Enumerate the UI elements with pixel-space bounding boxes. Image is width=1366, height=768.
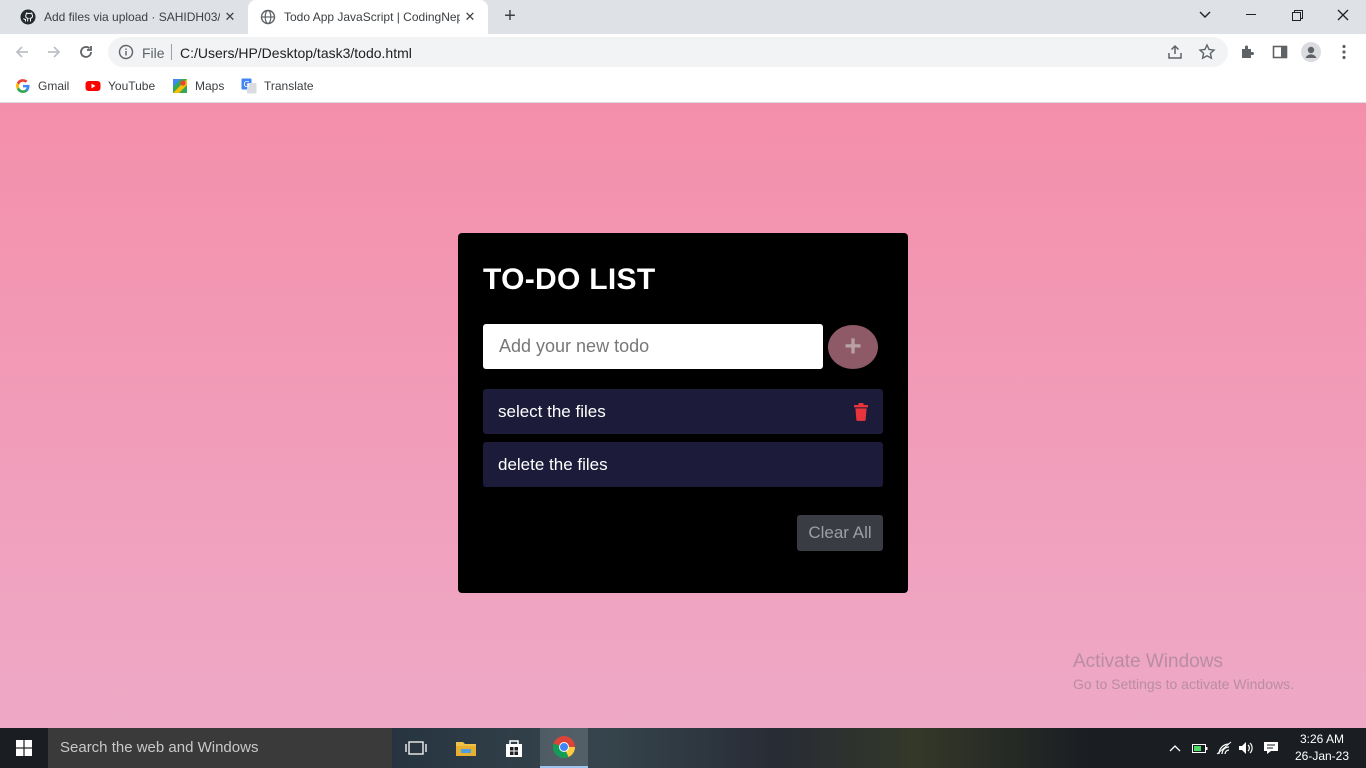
arrow-right-icon bbox=[48, 46, 61, 58]
tab-todo-app[interactable]: Todo App JavaScript | CodingNep ✕ bbox=[248, 0, 488, 34]
chevron-up-icon bbox=[1169, 745, 1181, 752]
clock-date: 26-Jan-23 bbox=[1294, 749, 1350, 763]
add-todo-button[interactable]: + bbox=[828, 325, 878, 369]
url-text[interactable]: C:/Users/HP/Desktop/task3/todo.html bbox=[180, 45, 412, 61]
todo-item[interactable]: delete the files bbox=[483, 442, 883, 487]
battery-icon bbox=[1192, 744, 1208, 753]
bookmark-maps[interactable]: Maps bbox=[172, 76, 224, 96]
folder-icon bbox=[456, 742, 476, 756]
watermark-title: Activate Windows bbox=[1073, 651, 1223, 672]
chrome-icon bbox=[552, 736, 575, 758]
minimize-button[interactable] bbox=[1228, 0, 1274, 30]
tab-close-icon[interactable]: ✕ bbox=[220, 9, 240, 25]
close-window-button[interactable] bbox=[1320, 0, 1366, 30]
todo-input[interactable] bbox=[483, 324, 823, 369]
reload-button[interactable] bbox=[74, 40, 98, 64]
extensions-button[interactable] bbox=[1238, 42, 1258, 62]
maps-icon bbox=[173, 79, 187, 93]
clear-all-button[interactable]: Clear All bbox=[797, 515, 883, 551]
reload-icon bbox=[80, 46, 92, 58]
scheme-label: File bbox=[142, 45, 165, 61]
system-clock[interactable]: 3:26 AM 26-Jan-23 bbox=[1292, 731, 1352, 765]
bookmark-label: Maps bbox=[195, 79, 225, 93]
battery-button[interactable] bbox=[1192, 740, 1208, 756]
todo-list: select the files delete the files bbox=[483, 389, 883, 495]
chevron-down-icon bbox=[1199, 11, 1211, 18]
task-view-button[interactable] bbox=[392, 728, 440, 768]
taskbar-search[interactable]: Search the web and Windows bbox=[48, 728, 392, 768]
tab-title: Todo App JavaScript | CodingNep bbox=[284, 10, 460, 24]
wifi-icon bbox=[1216, 741, 1232, 755]
clock-time: 3:26 AM bbox=[1299, 732, 1345, 746]
bookmark-label: Translate bbox=[264, 79, 314, 93]
bookmark-label: Gmail bbox=[38, 79, 70, 93]
wifi-button[interactable] bbox=[1216, 740, 1232, 756]
chrome-taskbar-button[interactable] bbox=[540, 728, 588, 768]
bookmark-label: YouTube bbox=[108, 79, 156, 93]
tab-github-upload[interactable]: Add files via upload · SAHIDH03/ ✕ bbox=[8, 0, 248, 34]
todo-text: select the files bbox=[498, 401, 606, 421]
translate-icon: G bbox=[241, 78, 257, 94]
tab-close-icon[interactable]: ✕ bbox=[460, 9, 480, 25]
info-icon[interactable] bbox=[118, 44, 134, 60]
file-explorer-button[interactable] bbox=[442, 728, 490, 768]
windows-taskbar: Search the web and Windows 3:26 AM 26-Ja… bbox=[0, 728, 1366, 768]
browser-toolbar: File C:/Users/HP/Desktop/task3/todo.html bbox=[0, 34, 1366, 70]
restore-icon bbox=[1291, 9, 1303, 21]
tab-title: Add files via upload · SAHIDH03/ bbox=[44, 10, 220, 24]
notifications-button[interactable] bbox=[1263, 740, 1279, 756]
minimize-icon bbox=[1246, 14, 1256, 15]
svg-text:G: G bbox=[244, 80, 250, 89]
puzzle-icon bbox=[1242, 45, 1254, 58]
windows-logo-icon bbox=[16, 740, 32, 756]
todo-item[interactable]: select the files bbox=[483, 389, 883, 434]
tray-overflow-button[interactable] bbox=[1167, 740, 1183, 756]
task-view-icon bbox=[405, 741, 427, 755]
profile-button[interactable] bbox=[1301, 42, 1321, 62]
github-icon bbox=[20, 9, 36, 25]
bookmarks-bar: Gmail YouTube Maps G Translate bbox=[0, 70, 1366, 103]
page-background: TO-DO LIST + select the files delete the… bbox=[0, 103, 1366, 728]
start-button[interactable] bbox=[0, 728, 48, 768]
youtube-icon bbox=[85, 81, 101, 91]
trash-icon[interactable] bbox=[853, 403, 869, 421]
side-panel-button[interactable] bbox=[1270, 42, 1290, 62]
store-icon bbox=[506, 740, 522, 757]
store-button[interactable] bbox=[490, 728, 538, 768]
activation-watermark: Activate Windows Go to Settings to activ… bbox=[1073, 651, 1294, 692]
bookmark-youtube[interactable]: YouTube bbox=[85, 76, 155, 96]
share-icon[interactable] bbox=[1166, 43, 1184, 61]
todo-card: TO-DO LIST + select the files delete the… bbox=[458, 233, 908, 593]
menu-button[interactable] bbox=[1334, 42, 1354, 62]
back-button[interactable] bbox=[10, 40, 34, 64]
tab-strip: Add files via upload · SAHIDH03/ ✕ Todo … bbox=[0, 0, 1366, 34]
bookmark-gmail[interactable]: Gmail bbox=[15, 76, 69, 96]
tab-search-button[interactable] bbox=[1182, 0, 1228, 30]
kebab-menu-icon bbox=[1342, 44, 1346, 60]
close-icon bbox=[1337, 9, 1349, 21]
action-center-icon bbox=[1264, 742, 1278, 754]
new-tab-button[interactable]: + bbox=[498, 5, 522, 29]
restore-button[interactable] bbox=[1274, 0, 1320, 30]
arrow-left-icon bbox=[15, 46, 28, 58]
address-bar[interactable]: File C:/Users/HP/Desktop/task3/todo.html bbox=[108, 37, 1228, 67]
star-icon[interactable] bbox=[1198, 43, 1216, 61]
volume-button[interactable] bbox=[1238, 740, 1254, 756]
omnibox-divider bbox=[171, 44, 172, 60]
google-icon bbox=[16, 79, 30, 94]
globe-icon bbox=[260, 9, 276, 25]
avatar-icon bbox=[1301, 42, 1321, 62]
bookmark-translate[interactable]: G Translate bbox=[241, 76, 314, 96]
watermark-subtitle: Go to Settings to activate Windows. bbox=[1073, 676, 1294, 692]
todo-text: delete the files bbox=[498, 454, 608, 474]
volume-icon bbox=[1239, 742, 1253, 754]
side-panel-icon bbox=[1272, 45, 1288, 59]
forward-button[interactable] bbox=[42, 40, 66, 64]
page-title: TO-DO LIST bbox=[483, 263, 656, 296]
